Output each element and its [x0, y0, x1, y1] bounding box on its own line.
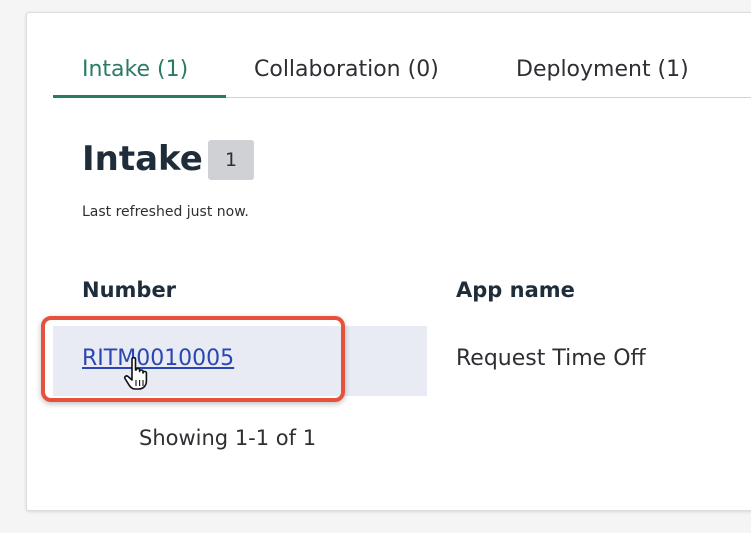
- last-refreshed-text: Last refreshed just now.: [82, 204, 249, 220]
- tab-collaboration[interactable]: Collaboration (0): [254, 55, 439, 96]
- active-tab-indicator: [53, 95, 226, 98]
- pagination-summary: Showing 1-1 of 1: [139, 426, 317, 450]
- record-number-link[interactable]: RITM0010005: [82, 346, 234, 371]
- tab-intake-label: Intake (1): [82, 57, 189, 82]
- tab-bar: Intake (1) Collaboration (0) Deployment …: [53, 55, 751, 98]
- tab-collaboration-label: Collaboration (0): [254, 57, 439, 82]
- hand-pointer-icon: [123, 356, 148, 390]
- tab-intake[interactable]: Intake (1): [82, 55, 188, 96]
- tab-deployment[interactable]: Deployment (1): [516, 55, 689, 96]
- column-header-number[interactable]: Number: [82, 278, 176, 302]
- tab-deployment-label: Deployment (1): [516, 57, 689, 82]
- table-cell-app-name: Request Time Off: [456, 346, 646, 371]
- count-badge: 1: [208, 140, 254, 180]
- column-header-app-name[interactable]: App name: [456, 278, 575, 302]
- section-title: Intake: [82, 139, 203, 179]
